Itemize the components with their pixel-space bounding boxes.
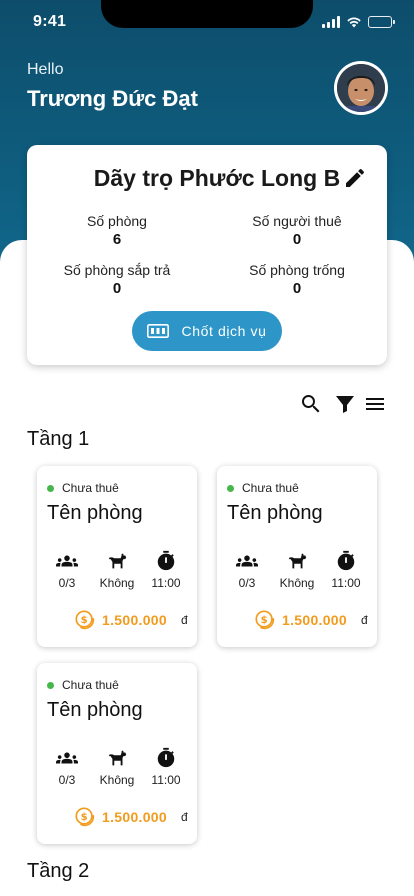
stat-value: 0 (112, 280, 122, 297)
menu-icon[interactable] (363, 392, 387, 416)
room-pets: Không (92, 550, 142, 590)
battery-icon (368, 16, 395, 28)
price-currency: đ (360, 613, 368, 627)
search-icon[interactable] (299, 392, 323, 416)
occupancy-text: 0/3 (238, 576, 256, 590)
stopwatch-icon (157, 747, 175, 768)
status-bar: 9:41 (0, 0, 414, 44)
stat-label: Số phòng trống (249, 262, 345, 278)
stat-label: Số người thuê (252, 213, 342, 229)
room-status: Chưa thuê (227, 481, 299, 495)
user-name: Trương Đức Đạt (27, 86, 198, 111)
room-name: Tên phòng (227, 502, 323, 524)
room-status-label: Chưa thuê (62, 678, 119, 692)
price-currency: đ (180, 810, 188, 824)
people-group-icon (56, 752, 78, 764)
room-status: Chưa thuê (47, 678, 119, 692)
room-pets: Không (92, 747, 142, 787)
svg-text:$: $ (81, 615, 88, 626)
price-value: 1.500.000 (102, 612, 167, 628)
time-text: 11:00 (151, 576, 181, 590)
dog-icon (108, 750, 127, 766)
stat-room-count: Số phòng 6 (27, 213, 207, 248)
stat-empty-rooms: Số phòng trống 0 (207, 262, 387, 297)
room-status-label: Chưa thuê (242, 481, 299, 495)
svg-text:$: $ (81, 812, 88, 823)
floor-title: Tầng 1 (27, 428, 90, 450)
status-icons (322, 16, 395, 28)
room-time: 11:00 (141, 550, 191, 590)
room-status-label: Chưa thuê (62, 481, 119, 495)
room-occupancy: 0/3 (222, 550, 272, 590)
room-name: Tên phòng (47, 699, 143, 721)
device-notch (101, 0, 313, 28)
pets-text: Không (99, 773, 135, 787)
room-occupancy: 0/3 (42, 747, 92, 787)
stat-label: Số phòng sắp trả (63, 262, 171, 278)
coin-icon: $ (75, 610, 95, 630)
pets-text: Không (279, 576, 315, 590)
filter-icon[interactable] (333, 392, 357, 416)
stopwatch-icon (157, 550, 175, 571)
stat-value: 6 (112, 231, 122, 248)
price-value: 1.500.000 (102, 809, 167, 825)
building-card: Dãy trọ Phước Long B Số phòng 6 Số người… (27, 145, 387, 365)
dog-icon (288, 553, 307, 569)
coin-icon: $ (75, 807, 95, 827)
floor-title: Tầng 2 (27, 860, 90, 882)
room-price: $ 1.500.000 đ (74, 609, 188, 631)
stopwatch-icon (337, 550, 355, 571)
room-pets: Không (272, 550, 322, 590)
wifi-icon (347, 17, 361, 28)
svg-text:$: $ (261, 615, 268, 626)
time-text: 11:00 (151, 773, 181, 787)
room-time: 11:00 (141, 747, 191, 787)
time-text: 11:00 (331, 576, 361, 590)
status-dot-icon (47, 484, 54, 492)
room-occupancy: 0/3 (42, 550, 92, 590)
close-services-label: Chốt dịch vụ (181, 323, 267, 339)
avatar-photo (337, 64, 385, 112)
status-dot-icon (47, 681, 54, 689)
greeting-text: Hello (27, 61, 64, 78)
price-currency: đ (180, 613, 188, 627)
price-value: 1.500.000 (282, 612, 347, 628)
room-name: Tên phòng (47, 502, 143, 524)
room-price: $ 1.500.000 đ (74, 806, 188, 828)
pets-text: Không (99, 576, 135, 590)
status-time: 9:41 (33, 13, 67, 30)
coin-icon: $ (255, 610, 275, 630)
close-services-button[interactable]: Chốt dịch vụ (132, 311, 282, 351)
stat-tenant-count: Số người thuê 0 (207, 213, 387, 248)
stat-value: 0 (292, 231, 302, 248)
room-status: Chưa thuê (47, 481, 119, 495)
occupancy-text: 0/3 (58, 576, 76, 590)
cellular-signal-icon (322, 16, 340, 28)
room-card[interactable]: Chưa thuê Tên phòng 0/3 Không 11:00 $ 1.… (217, 466, 377, 647)
avatar[interactable] (334, 61, 388, 115)
room-card[interactable]: Chưa thuê Tên phòng 0/3 Không 11:00 $ 1.… (37, 663, 197, 844)
dog-icon (108, 553, 127, 569)
room-price: $ 1.500.000 đ (254, 609, 368, 631)
stat-rooms-leaving: Số phòng sắp trả 0 (27, 262, 207, 297)
meter-icon (147, 324, 170, 338)
edit-pencil-icon[interactable] (343, 166, 367, 190)
stat-value: 0 (292, 280, 302, 297)
room-time: 11:00 (321, 550, 371, 590)
room-card[interactable]: Chưa thuê Tên phòng 0/3 Không 11:00 $ 1.… (37, 466, 197, 647)
building-name: Dãy trọ Phước Long B (93, 165, 341, 191)
occupancy-text: 0/3 (58, 773, 76, 787)
people-group-icon (236, 555, 258, 567)
stat-label: Số phòng (87, 213, 147, 229)
status-dot-icon (227, 484, 234, 492)
people-group-icon (56, 555, 78, 567)
